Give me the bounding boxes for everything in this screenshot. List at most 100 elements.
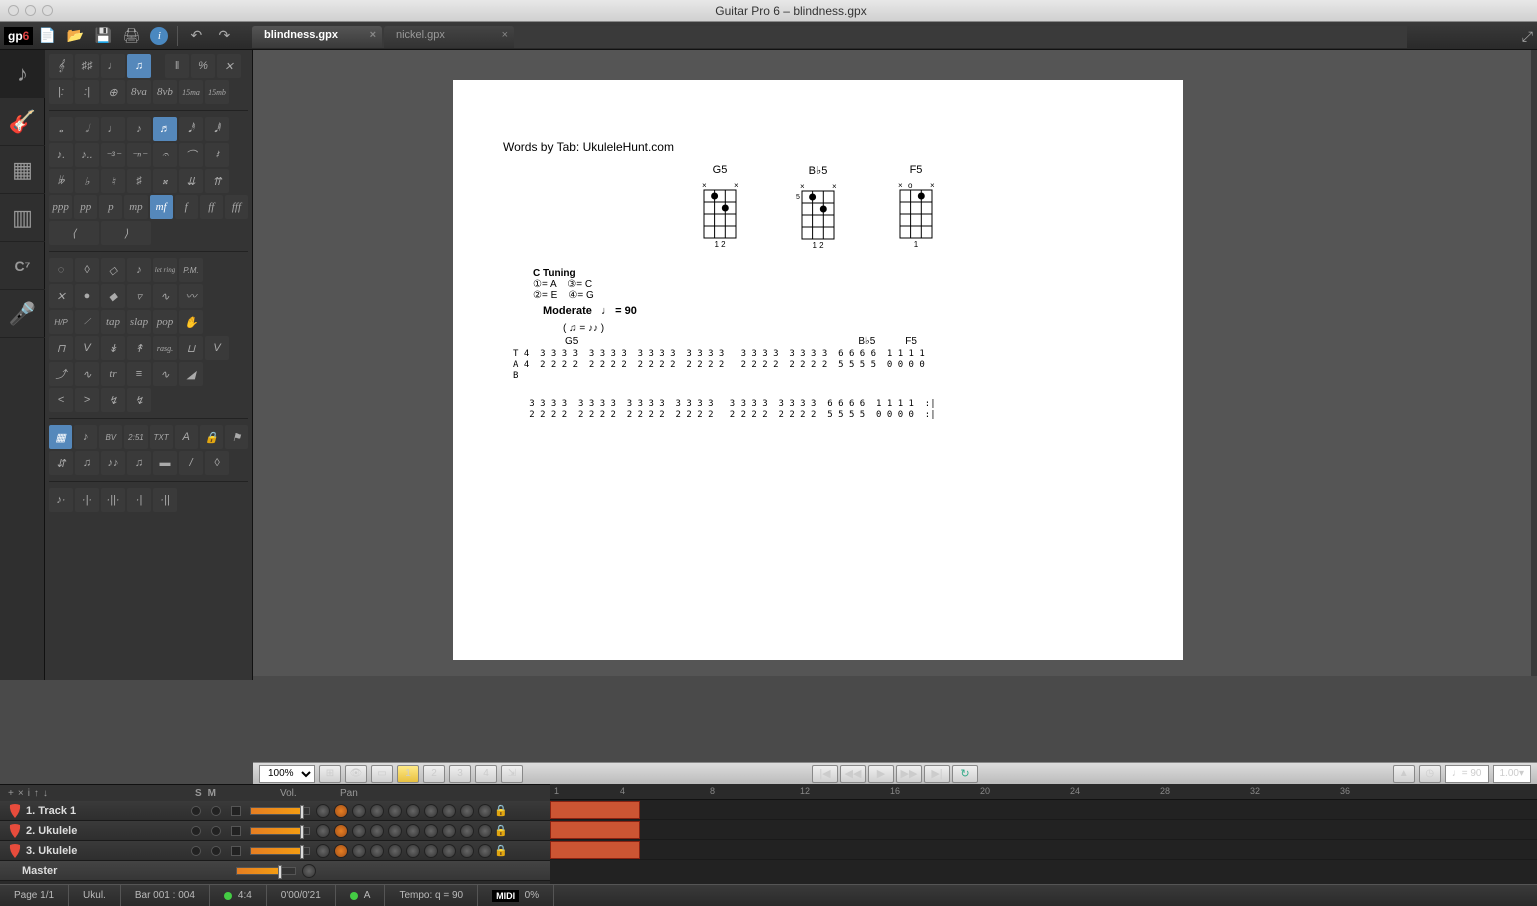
param-knob-6[interactable]: [442, 844, 456, 858]
ntuplet-button[interactable]: ⁻ⁿ⁻: [127, 143, 151, 167]
repeat-close-button[interactable]: :|: [75, 80, 99, 104]
shift-up-button[interactable]: ⇈: [205, 169, 229, 193]
palm-mute-button[interactable]: P.M.: [179, 258, 203, 282]
lock-button[interactable]: 🔒: [200, 425, 223, 449]
decrescendo-button[interactable]: ⟩: [101, 221, 151, 245]
mastering-panel-button[interactable]: ▥: [0, 194, 45, 242]
natural-button[interactable]: ♮: [101, 169, 125, 193]
metronome-button[interactable]: ▲: [1393, 765, 1415, 783]
master-volume-slider[interactable]: [236, 867, 296, 875]
open-file-button[interactable]: 📂: [63, 24, 87, 48]
clef-button[interactable]: 𝄞: [49, 54, 73, 78]
double-sharp-button[interactable]: 𝄪: [153, 169, 177, 193]
param-knob-7[interactable]: [460, 844, 474, 858]
beam-break-button[interactable]: ♪♪: [101, 451, 125, 475]
octave-15mb-button[interactable]: 15mb: [205, 80, 229, 104]
accent-heavy-button[interactable]: <: [49, 388, 73, 412]
param-knob-4[interactable]: [406, 824, 420, 838]
free-time-button[interactable]: ⊕: [101, 80, 125, 104]
tab-measure-1-2[interactable]: T 4 3 3 3 3 3 3 3 3 3 3 3 3 3 3 3 3 3 3 …: [513, 349, 1133, 381]
param-knob-6[interactable]: [442, 824, 456, 838]
param-knob-4[interactable]: [406, 804, 420, 818]
param-knob-1[interactable]: [352, 844, 366, 858]
redo-button[interactable]: ↷: [212, 24, 236, 48]
solo-toggle[interactable]: [191, 826, 201, 836]
vibrato-button[interactable]: ∿: [153, 284, 177, 308]
dotted-button[interactable]: ♪.: [49, 143, 73, 167]
dyn-ff-button[interactable]: ff: [200, 195, 223, 219]
page-2-button[interactable]: 2: [423, 765, 445, 783]
automation-4-button[interactable]: ·|: [127, 488, 151, 512]
add-track-button[interactable]: +: [8, 788, 14, 799]
loop-button[interactable]: ↻: [952, 765, 978, 783]
fit-page-button[interactable]: ⊞: [319, 765, 341, 783]
dyn-mf-button[interactable]: mf: [150, 195, 173, 219]
automation-1-button[interactable]: ♪·: [49, 488, 73, 512]
mute-toggle[interactable]: [211, 806, 221, 816]
bend-button[interactable]: ⤴: [49, 362, 73, 386]
wide-vibrato-button[interactable]: 〰: [179, 284, 203, 308]
double-dotted-button[interactable]: ♪..: [75, 143, 99, 167]
volume-slider[interactable]: [250, 827, 310, 835]
harmonic-button[interactable]: ◇: [101, 258, 125, 282]
octave-8va-button[interactable]: 8va: [127, 80, 151, 104]
move-up-button[interactable]: ↑: [34, 788, 39, 799]
tempo-display[interactable]: ♩ = 90: [1445, 765, 1489, 783]
dead-note-button[interactable]: ✕: [49, 284, 73, 308]
tuplet-button[interactable]: ⁻³⁻: [101, 143, 125, 167]
tech-slap-button[interactable]: slap: [127, 310, 151, 334]
mute-toggle[interactable]: [211, 826, 221, 836]
delete-track-button[interactable]: ×: [18, 788, 24, 799]
half-note-button[interactable]: 𝅗𝅥: [75, 117, 99, 141]
ghost-note-button[interactable]: ◌: [49, 258, 73, 282]
rasg-button[interactable]: rasg.: [153, 336, 177, 360]
accent-button[interactable]: ◊: [75, 258, 99, 282]
page-1-button[interactable]: 1: [397, 765, 419, 783]
section-button[interactable]: A: [175, 425, 198, 449]
param-knob-5[interactable]: [424, 824, 438, 838]
key-sig-button[interactable]: ♯♯: [75, 54, 99, 78]
staccato-button[interactable]: ●: [75, 284, 99, 308]
wah-button[interactable]: ∿: [153, 362, 177, 386]
param-knob-2[interactable]: [370, 824, 384, 838]
forward-button[interactable]: ▶▶: [896, 765, 922, 783]
triplet-feel-button[interactable]: ♫: [127, 54, 151, 78]
octave-15ma-button[interactable]: 15ma: [179, 80, 203, 104]
auto-brush-button[interactable]: ♪: [74, 425, 97, 449]
param-knob-4[interactable]: [406, 844, 420, 858]
automation-2-button[interactable]: ·|·: [75, 488, 99, 512]
clip[interactable]: [550, 801, 640, 819]
param-knob-7[interactable]: [460, 824, 474, 838]
time-sig-button[interactable]: ♩: [101, 54, 125, 78]
tie-button[interactable]: ⌒: [179, 143, 203, 167]
sixty-fourth-note-button[interactable]: 𝅘𝅥𝅱: [205, 117, 229, 141]
dyn-mp-button[interactable]: mp: [124, 195, 147, 219]
page-jump-button[interactable]: ⇲: [501, 765, 523, 783]
lock-icon[interactable]: 🔒: [494, 844, 508, 857]
vertical-scrollbar[interactable]: [1531, 50, 1537, 676]
instrument-panel-button[interactable]: 🎸: [0, 98, 45, 146]
edition-panel-button[interactable]: ♪: [0, 50, 45, 98]
tab-measure-3-4[interactable]: 3 3 3 3 3 3 3 3 3 3 3 3 3 3 3 3 3 3 3 3 …: [513, 399, 1133, 421]
let-ring-button[interactable]: let ring: [153, 258, 177, 282]
eq-knob[interactable]: [334, 824, 348, 838]
param-knob-2[interactable]: [370, 844, 384, 858]
tremolo-bar-button[interactable]: ∿: [75, 362, 99, 386]
pick-down-button[interactable]: V: [205, 336, 229, 360]
volume-slider[interactable]: [250, 807, 310, 815]
automation-5-button[interactable]: ·||: [153, 488, 177, 512]
param-knob-8[interactable]: [478, 844, 492, 858]
play-button[interactable]: ▶: [868, 765, 894, 783]
double-flat-button[interactable]: 𝄫: [49, 169, 73, 193]
clip-row-3[interactable]: [550, 840, 1537, 860]
thirty-second-note-button[interactable]: 𝅘𝅥𝅰: [179, 117, 203, 141]
automation-3-button[interactable]: ·||·: [101, 488, 125, 512]
param-knob-1[interactable]: [352, 804, 366, 818]
info-button[interactable]: i: [147, 24, 171, 48]
go-start-button[interactable]: |◀: [812, 765, 838, 783]
lyrics-panel-button[interactable]: 🎤: [0, 290, 45, 338]
marcato-button[interactable]: ▿: [127, 284, 151, 308]
param-knob-8[interactable]: [478, 824, 492, 838]
pan-knob[interactable]: [316, 804, 330, 818]
pan-knob[interactable]: [316, 844, 330, 858]
